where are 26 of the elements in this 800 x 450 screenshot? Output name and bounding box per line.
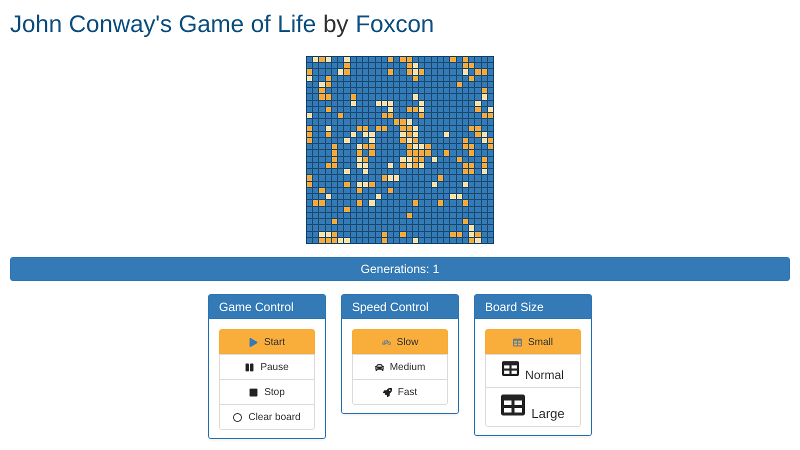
option-button[interactable]: Clear board	[219, 404, 315, 430]
panel-heading: Board Size	[475, 295, 591, 319]
option-button[interactable]: Normal	[485, 354, 581, 388]
play-icon	[248, 338, 258, 346]
generations-bar: Generations: 1	[10, 257, 790, 281]
stop-icon	[249, 388, 258, 396]
option-button[interactable]: Small	[485, 329, 581, 355]
option-button[interactable]: Medium	[352, 354, 448, 380]
panel-heading: Speed Control	[342, 295, 458, 319]
table-icon	[501, 392, 526, 416]
table-icon	[502, 360, 520, 377]
bicycle-icon	[382, 338, 391, 346]
title-text: by	[323, 10, 348, 40]
option-button[interactable]: Large	[485, 387, 581, 427]
title-link[interactable]: Foxcon	[355, 10, 434, 40]
option-button[interactable]: Pause	[219, 354, 315, 380]
table-icon	[512, 338, 522, 346]
title-link[interactable]: John Conway's Game of Life	[10, 10, 316, 40]
panel-heading: Game Control	[209, 295, 325, 319]
option-button[interactable]: Start	[219, 329, 315, 355]
option-button[interactable]: Stop	[219, 379, 315, 405]
option-button[interactable]: Fast	[352, 379, 448, 405]
option-button[interactable]: Slow	[352, 329, 448, 355]
rocket-icon	[382, 388, 392, 396]
car-icon	[374, 362, 384, 372]
pause-icon	[245, 362, 254, 372]
